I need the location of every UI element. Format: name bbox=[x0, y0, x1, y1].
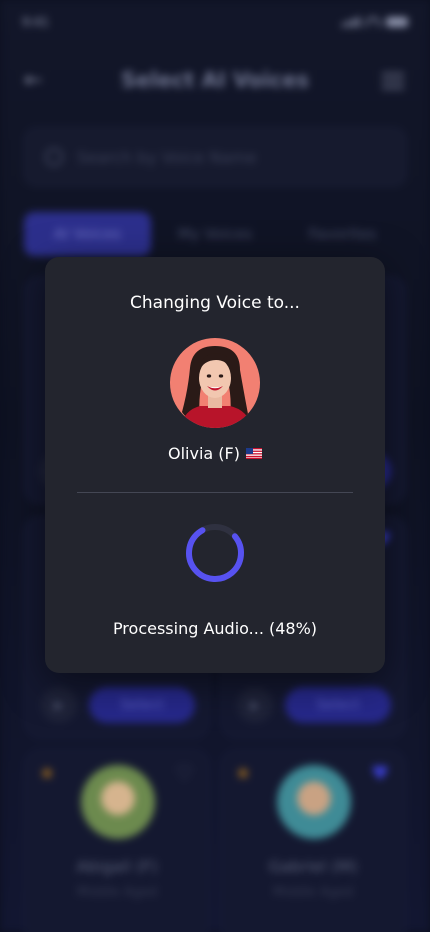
page-title: Select AI Voices bbox=[121, 68, 309, 92]
heart-outline-icon[interactable]: ♡ bbox=[175, 761, 193, 785]
heart-filled-icon[interactable]: ♥ bbox=[371, 761, 389, 785]
voice-name: Gabriel (M) bbox=[268, 857, 358, 876]
back-arrow-icon[interactable]: ← bbox=[24, 68, 42, 93]
select-button[interactable]: Select bbox=[89, 687, 195, 723]
status-time: 9:41 bbox=[22, 15, 49, 29]
avatar-portrait bbox=[170, 338, 260, 428]
search-input[interactable]: Search by Voice Name bbox=[77, 148, 257, 167]
spinner-progress-arc bbox=[186, 524, 244, 582]
progress-status-text: Processing Audio... (48%) bbox=[112, 619, 318, 638]
tab-ai-voices[interactable]: AI Voices bbox=[24, 212, 151, 256]
star-icon: ★ bbox=[39, 763, 56, 784]
battery-icon bbox=[386, 17, 408, 27]
star-icon: ★ bbox=[235, 763, 252, 784]
filter-icon[interactable] bbox=[382, 70, 404, 90]
us-flag-icon bbox=[245, 448, 262, 459]
voice-name: Abigail (F) bbox=[76, 857, 158, 876]
avatar bbox=[277, 765, 351, 839]
cellular-signal-icon bbox=[342, 17, 360, 27]
voice-name: Olivia (F) bbox=[168, 444, 240, 463]
search-icon bbox=[45, 148, 63, 166]
avatar bbox=[81, 765, 155, 839]
play-icon[interactable]: ▶ bbox=[237, 687, 273, 723]
dialog-title: Changing Voice to... bbox=[130, 293, 300, 313]
voice-card[interactable]: ★ ♡ Abigail (F) Middle Aged bbox=[24, 750, 210, 932]
select-button[interactable]: Select bbox=[285, 687, 391, 723]
play-icon[interactable]: ▶ bbox=[41, 687, 77, 723]
selected-voice: Olivia (F) bbox=[45, 444, 385, 463]
voice-card[interactable]: ★ ♥ Gabriel (M) Middle Aged bbox=[220, 750, 406, 932]
search-bar[interactable]: Search by Voice Name bbox=[24, 128, 406, 186]
status-icons bbox=[342, 17, 408, 27]
wifi-icon bbox=[366, 17, 380, 27]
app-header: ← Select AI Voices bbox=[0, 60, 430, 100]
changing-voice-dialog: Changing Voice to... Olivia (F) Processi… bbox=[45, 257, 385, 673]
tab-favorites[interactable]: Favorites bbox=[279, 212, 406, 256]
voice-avatar bbox=[170, 338, 260, 428]
progress-spinner bbox=[186, 524, 244, 582]
voice-subtitle: Middle Aged bbox=[272, 885, 354, 900]
divider bbox=[77, 492, 353, 493]
voice-tabs: AI Voices My Voices Favorites bbox=[24, 212, 406, 256]
status-bar: 9:41 bbox=[22, 12, 408, 32]
voice-subtitle: Middle Aged bbox=[76, 885, 158, 900]
tab-my-voices[interactable]: My Voices bbox=[152, 212, 279, 256]
